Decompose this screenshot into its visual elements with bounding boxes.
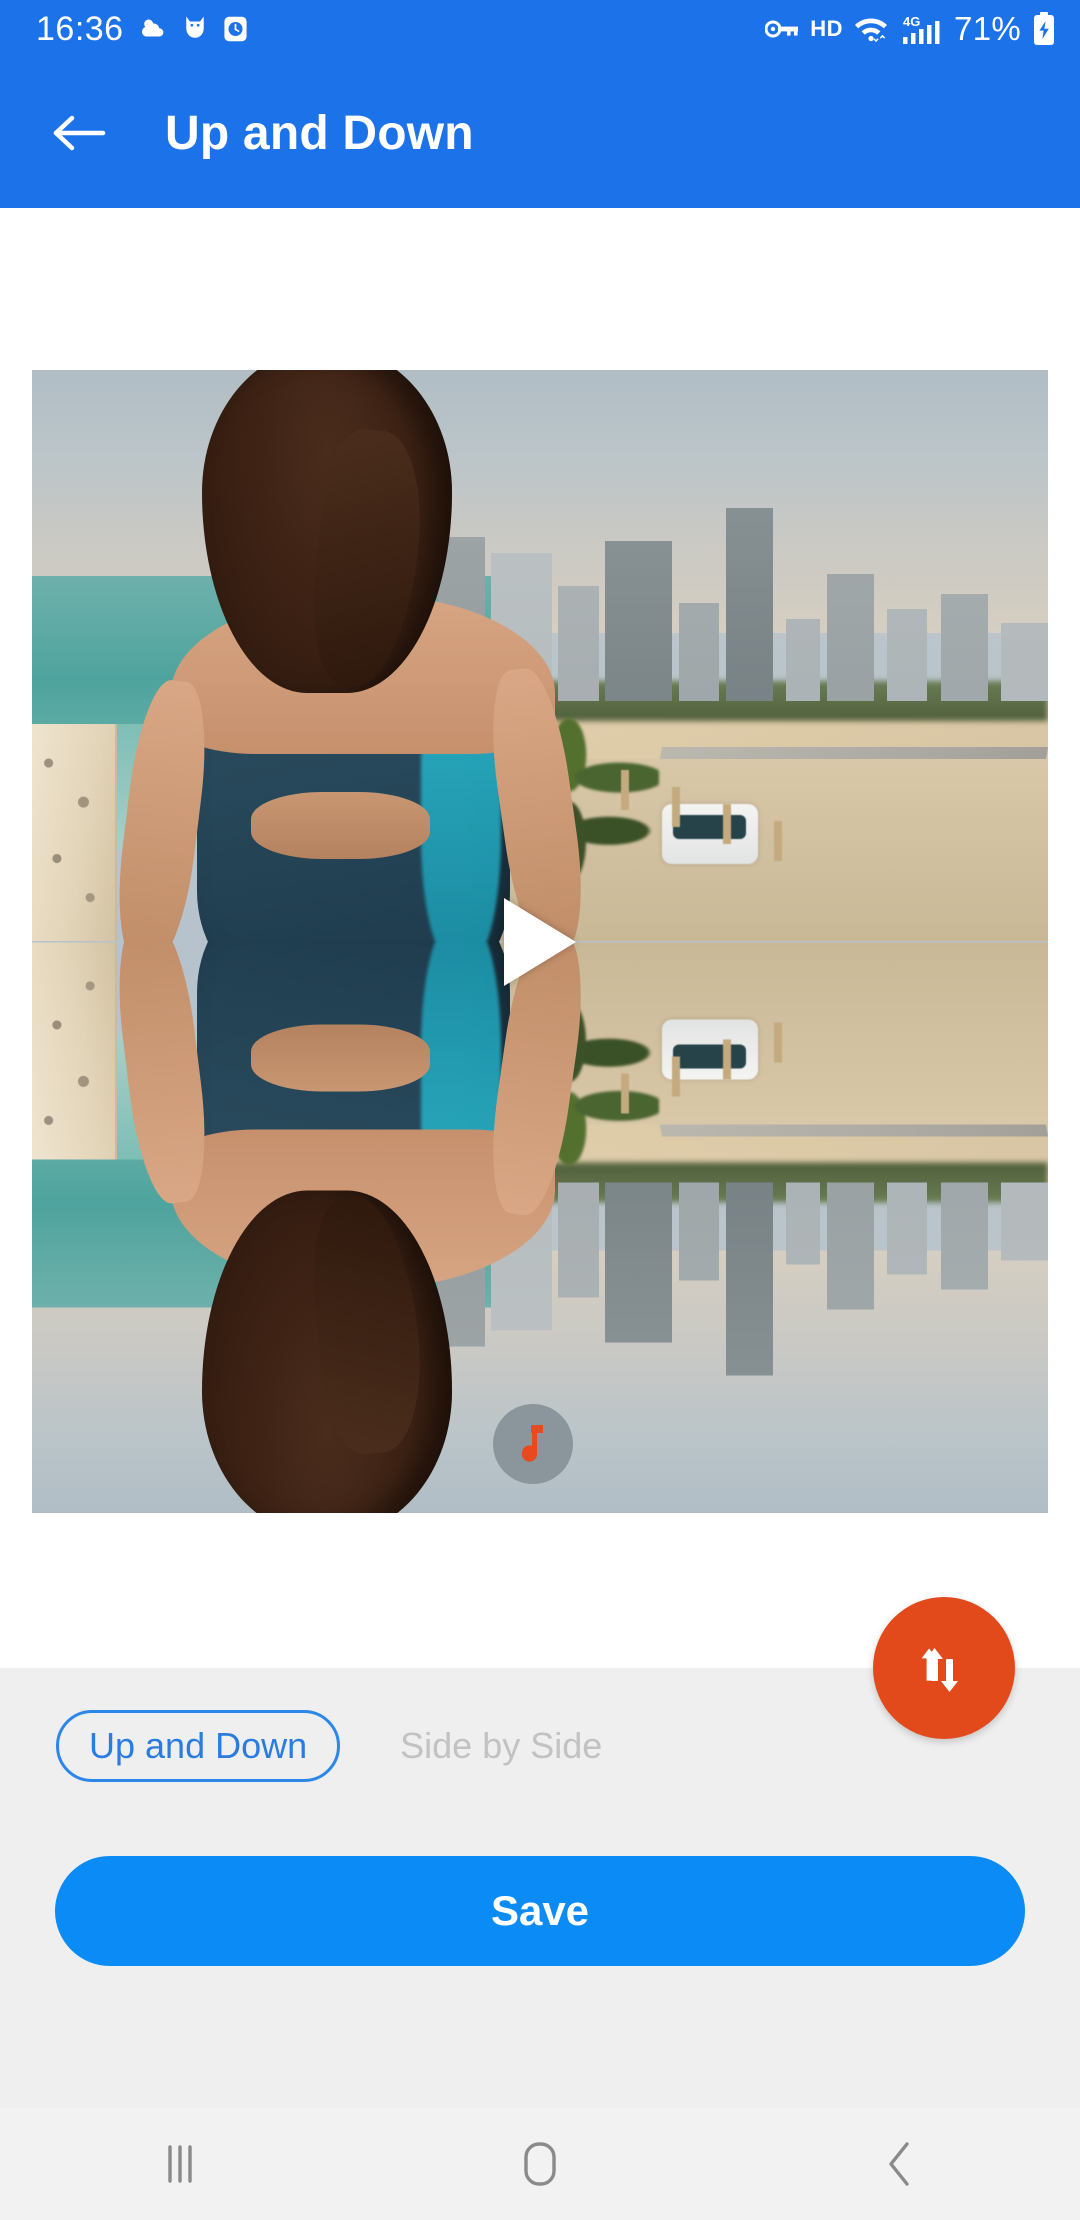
- recents-bars-icon: [168, 2145, 192, 2183]
- play-button[interactable]: [504, 897, 576, 986]
- chevron-left-icon: [889, 2142, 909, 2186]
- status-bar-right: HD 4G 71%: [765, 10, 1056, 48]
- back-button[interactable]: [46, 100, 112, 166]
- tab-up-and-down[interactable]: Up and Down: [56, 1710, 341, 1782]
- home-button[interactable]: [360, 2108, 720, 2220]
- hd-label: HD: [810, 16, 844, 41]
- svg-text:4G: 4G: [903, 14, 920, 29]
- page-title: Up and Down: [165, 106, 474, 160]
- signal-bars-icon: 4G: [903, 14, 940, 44]
- status-bar-clock: 16:36: [36, 10, 124, 48]
- video-preview[interactable]: [32, 370, 1048, 1513]
- battery-charging-icon: [1034, 12, 1054, 45]
- system-navigation-bar: [0, 2108, 1080, 2220]
- subject-woman: [108, 370, 593, 942]
- cat-app-icon: [185, 16, 204, 38]
- app-screen: 16:36 HD 4G 71% Up and Down Up and Down …: [0, 0, 1080, 2220]
- tab-side-by-side[interactable]: Side by Side: [370, 1710, 632, 1782]
- status-bar-left: 16:36: [36, 12, 249, 46]
- preview-scene: [32, 370, 1048, 942]
- music-button[interactable]: [493, 1404, 573, 1484]
- home-square-icon: [524, 2142, 556, 2186]
- app-bar: Up and Down: [0, 58, 1080, 208]
- hair: [201, 370, 453, 693]
- swap-orientation-fab[interactable]: [873, 1597, 1015, 1739]
- battery-percent-label: 71%: [954, 10, 1021, 47]
- recents-button[interactable]: [0, 2108, 360, 2220]
- clock-icon: [224, 16, 247, 42]
- music-note-icon: [521, 1425, 543, 1462]
- preview-half-top: [32, 370, 1048, 942]
- stone-wall: [32, 724, 117, 942]
- back-nav-button[interactable]: [720, 2108, 1080, 2220]
- dress-cutout: [251, 791, 430, 860]
- arrow-left-icon: [53, 115, 106, 151]
- vpn-key-icon: [765, 20, 799, 38]
- swap-vertical-arrows-icon: [921, 1648, 958, 1692]
- wifi-icon: [855, 18, 888, 43]
- weather-partly-cloudy-icon: [141, 19, 163, 37]
- save-button[interactable]: Save: [55, 1856, 1025, 1966]
- status-bar: 16:36 HD 4G 71%: [0, 0, 1080, 58]
